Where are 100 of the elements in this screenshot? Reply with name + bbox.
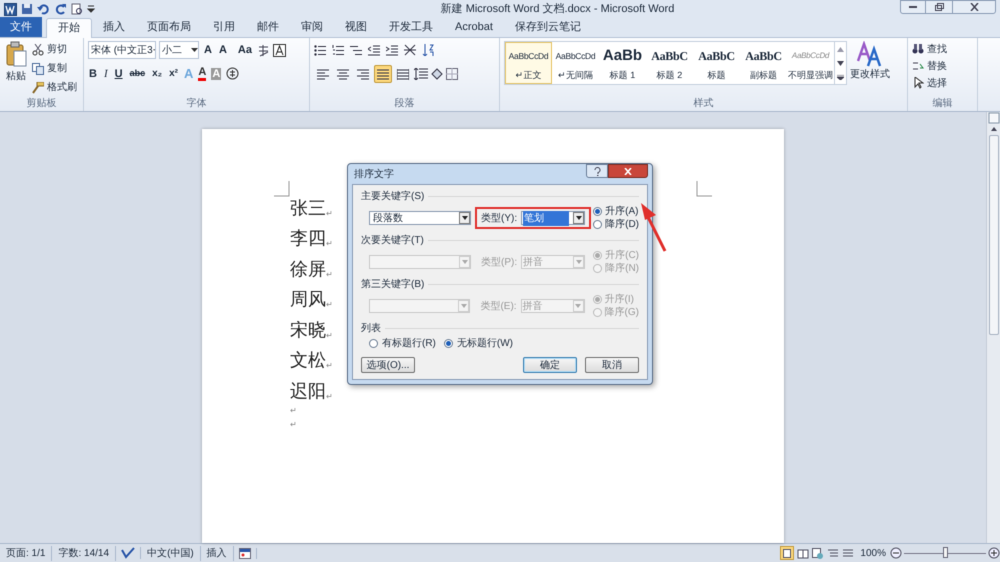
status-item[interactable]: 中文(中国): [141, 546, 201, 560]
ribbon-tab[interactable]: 邮件: [246, 18, 290, 37]
phonetic-icon[interactable]: [256, 44, 270, 56]
globe-page-icon[interactable]: [812, 548, 824, 558]
macro-record-icon[interactable]: [238, 548, 251, 558]
restore-button[interactable]: [926, 0, 952, 14]
ribbon-tab[interactable]: Acrobat: [444, 18, 504, 37]
key-dropdown[interactable]: 段落数: [369, 211, 471, 225]
word-logo-icon[interactable]: [4, 2, 17, 16]
align-justify-button[interactable]: [374, 65, 392, 83]
shading-icon[interactable]: [430, 68, 444, 80]
status-item[interactable]: 页面: 1/1: [0, 546, 52, 560]
format-button[interactable]: U: [114, 66, 124, 82]
undo-icon[interactable]: [37, 3, 51, 15]
group-label: 编辑: [932, 96, 952, 111]
zoom-out-icon[interactable]: [890, 547, 902, 559]
zoom-in-icon[interactable]: [988, 547, 1000, 559]
paste-button[interactable]: 粘贴: [4, 41, 28, 96]
font-color-button[interactable]: A: [198, 66, 206, 81]
clipboard-command[interactable]: 剪切: [30, 41, 79, 58]
save-icon[interactable]: [21, 3, 33, 15]
close-button[interactable]: [608, 164, 648, 178]
radio-button[interactable]: [369, 338, 378, 348]
ribbon-tab[interactable]: 保存到云笔记: [504, 18, 592, 37]
style-gallery-item[interactable]: AaBbCcDd ↵正文: [505, 42, 552, 84]
editing-command[interactable]: 替换: [912, 58, 947, 74]
file-tab[interactable]: 文件: [0, 17, 42, 37]
book-icon[interactable]: [797, 548, 810, 558]
proofing-icon[interactable]: [121, 547, 136, 559]
ribbon-tab[interactable]: 开始: [46, 18, 92, 38]
font-name-combo[interactable]: 宋体 (中文正3: [88, 41, 156, 59]
increase-indent-icon[interactable]: [386, 44, 398, 56]
scrollbar-thumb[interactable]: [988, 135, 998, 335]
binoculars-icon: [912, 43, 924, 55]
type-dropdown[interactable]: 笔划: [521, 211, 586, 225]
help-button[interactable]: [586, 164, 608, 178]
multilevel-list-icon[interactable]: [350, 44, 362, 56]
status-item[interactable]: 插入: [200, 546, 234, 560]
format-button[interactable]: I: [102, 66, 109, 82]
ribbon-tab[interactable]: 开发工具: [378, 18, 444, 37]
outline-icon[interactable]: [827, 548, 840, 558]
dialog-button[interactable]: 确定: [523, 357, 577, 373]
gallery-more-icon[interactable]: [837, 74, 844, 80]
format-button[interactable]: abc: [128, 67, 146, 80]
print-layout-button[interactable]: [780, 546, 794, 560]
format-button[interactable]: x²: [168, 66, 180, 82]
clipboard-command[interactable]: 格式刷: [30, 79, 79, 96]
format-button[interactable]: B: [88, 66, 98, 82]
dropdown-caret-icon: [191, 48, 198, 52]
ribbon-tab[interactable]: 页面布局: [136, 18, 202, 37]
dialog-button[interactable]: 取消: [585, 357, 639, 373]
radio-button[interactable]: [444, 338, 453, 348]
radio-button[interactable]: [593, 207, 602, 216]
ribbon-tab[interactable]: 引用: [202, 18, 246, 37]
draft-icon[interactable]: [842, 548, 854, 558]
radio-button[interactable]: [593, 220, 602, 229]
change-styles-button[interactable]: 更改样式: [851, 41, 889, 96]
close-button[interactable]: [952, 0, 996, 14]
close-icon: [970, 3, 978, 11]
radio-label: 降序(D): [605, 218, 639, 232]
gallery-down-icon[interactable]: [837, 60, 844, 66]
grow-font-button[interactable]: A: [202, 42, 214, 58]
gallery-up-icon[interactable]: [837, 46, 844, 52]
status-item[interactable]: 字数: 14/14: [52, 546, 116, 560]
editing-command[interactable]: 选择: [912, 75, 947, 91]
sort-icon[interactable]: [422, 44, 434, 56]
style-gallery-item[interactable]: AaBbCcDd ↵无间隔: [552, 42, 599, 84]
print-preview-icon[interactable]: [71, 3, 83, 15]
ribbon-tab[interactable]: 视图: [334, 18, 378, 37]
enclose-character-icon[interactable]: [226, 67, 240, 80]
editing-command[interactable]: 查找: [912, 41, 947, 57]
document-paragraph: 李四: [290, 227, 326, 251]
ribbon-tab[interactable]: 插入: [92, 18, 136, 37]
format-button[interactable]: x₂: [151, 66, 164, 82]
chinese-layout-icon[interactable]: [404, 44, 416, 56]
style-gallery-item[interactable]: AaBbC 副标题: [740, 42, 787, 84]
ruler-toggle-icon[interactable]: [988, 112, 1000, 124]
customize-menu-icon[interactable]: [87, 3, 95, 15]
change-case-button[interactable]: Aa: [236, 42, 254, 58]
zoom-slider-thumb[interactable]: [942, 547, 948, 558]
zoom-level[interactable]: 100%: [860, 546, 886, 560]
shrink-font-button[interactable]: A: [216, 42, 229, 58]
style-gallery-item[interactable]: AaBbC 标题: [693, 42, 740, 84]
radio-label: 升序(A): [605, 204, 638, 218]
style-gallery-item[interactable]: AaBbCcDd 不明显强调: [787, 42, 834, 84]
line-spacing-icon[interactable]: [414, 68, 428, 80]
style-gallery-item[interactable]: AaBbC 标题 2: [646, 42, 693, 84]
numbering-icon[interactable]: [332, 44, 344, 56]
bullets-icon[interactable]: [314, 44, 326, 56]
redo-icon[interactable]: [55, 3, 67, 15]
ribbon-tab[interactable]: 审阅: [290, 18, 334, 37]
paragraph-mark: ↵: [326, 268, 333, 280]
font-size-combo[interactable]: 小二: [159, 41, 199, 59]
decrease-indent-icon[interactable]: [368, 44, 380, 56]
character-border-icon[interactable]: [272, 44, 286, 56]
style-gallery-item[interactable]: AaBb 标题 1: [599, 42, 646, 84]
dialog-button[interactable]: 选项(O)...: [361, 357, 415, 373]
minimize-button[interactable]: [900, 0, 926, 14]
borders-icon[interactable]: [446, 68, 458, 80]
clipboard-command[interactable]: 复制: [30, 60, 79, 77]
